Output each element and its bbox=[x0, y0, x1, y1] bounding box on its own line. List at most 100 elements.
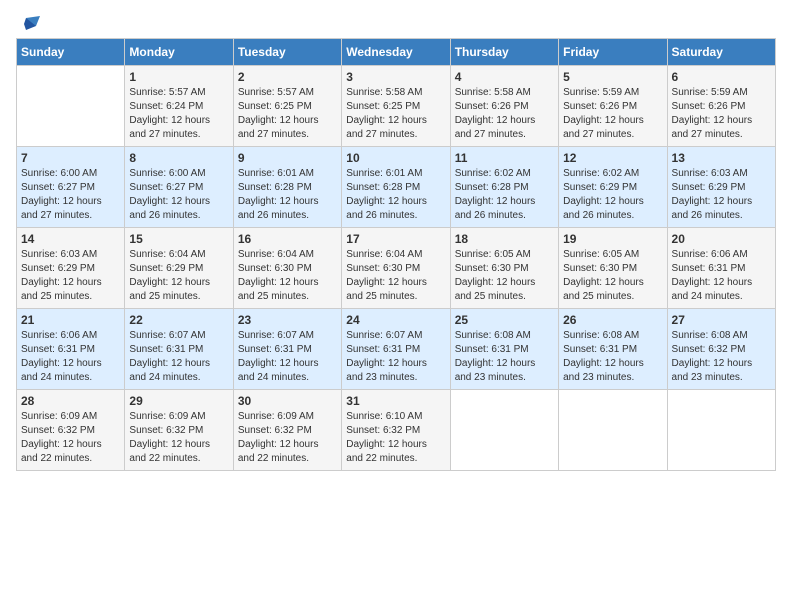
calendar-day-cell: 15 Sunrise: 6:04 AMSunset: 6:29 PMDayligh… bbox=[125, 228, 233, 309]
calendar-day-cell: 22Sunrise: 6:07 AMSunset: 6:31 PMDayligh… bbox=[125, 309, 233, 390]
day-info: Sunrise: 6:07 AMSunset: 6:31 PMDaylight:… bbox=[346, 329, 445, 385]
day-info: Sunrise: 6:06 AMSunset: 6:31 PMDaylight:… bbox=[21, 329, 120, 385]
day-number: 28 bbox=[21, 394, 120, 408]
logo bbox=[16, 16, 40, 30]
day-info: Sunrise: 6:00 AMSunset: 6:27 PMDaylight:… bbox=[21, 167, 120, 223]
calendar-day-cell: 31Sunrise: 6:10 AMSunset: 6:32 PMDayligh… bbox=[342, 390, 450, 471]
day-number: 23 bbox=[238, 313, 337, 327]
day-info: Sunrise: 5:58 AMSunset: 6:25 PMDaylight:… bbox=[346, 86, 445, 142]
day-number: 14 bbox=[21, 232, 120, 246]
weekday-header: Saturday bbox=[667, 39, 775, 66]
calendar-day-cell: 10 Sunrise: 6:01 AMSunset: 6:28 PMDayligh… bbox=[342, 147, 450, 228]
calendar-day-cell: 14 Sunrise: 6:03 AMSunset: 6:29 PMDayligh… bbox=[17, 228, 125, 309]
calendar-week-row: 1 Sunrise: 5:57 AMSunset: 6:24 PMDaylight… bbox=[17, 66, 776, 147]
day-info: Sunrise: 6:02 AMSunset: 6:29 PMDaylight:… bbox=[563, 167, 662, 223]
day-number: 20 bbox=[672, 232, 771, 246]
day-info: Sunrise: 6:04 AMSunset: 6:30 PMDaylight:… bbox=[346, 248, 445, 304]
day-number: 17 bbox=[346, 232, 445, 246]
calendar-day-cell: 3Sunrise: 5:58 AMSunset: 6:25 PMDaylight… bbox=[342, 66, 450, 147]
day-number: 16 bbox=[238, 232, 337, 246]
calendar-day-cell: 18 Sunrise: 6:05 AMSunset: 6:30 PMDayligh… bbox=[450, 228, 558, 309]
day-info: Sunrise: 6:04 AMSunset: 6:29 PMDaylight:… bbox=[129, 248, 228, 304]
calendar-day-cell: 25Sunrise: 6:08 AMSunset: 6:31 PMDayligh… bbox=[450, 309, 558, 390]
weekday-header: Thursday bbox=[450, 39, 558, 66]
calendar-day-cell: 4 Sunrise: 5:58 AMSunset: 6:26 PMDaylight… bbox=[450, 66, 558, 147]
weekday-header: Sunday bbox=[17, 39, 125, 66]
calendar-day-cell: 8 Sunrise: 6:00 AMSunset: 6:27 PMDaylight… bbox=[125, 147, 233, 228]
day-info: Sunrise: 6:03 AMSunset: 6:29 PMDaylight:… bbox=[672, 167, 771, 223]
day-info: Sunrise: 6:06 AMSunset: 6:31 PMDaylight:… bbox=[672, 248, 771, 304]
day-info: Sunrise: 5:59 AMSunset: 6:26 PMDaylight:… bbox=[672, 86, 771, 142]
day-number: 1 bbox=[129, 70, 228, 84]
day-number: 19 bbox=[563, 232, 662, 246]
day-number: 29 bbox=[129, 394, 228, 408]
calendar-day-cell bbox=[559, 390, 667, 471]
calendar-day-cell: 19 Sunrise: 6:05 AMSunset: 6:30 PMDayligh… bbox=[559, 228, 667, 309]
day-number: 8 bbox=[129, 151, 228, 165]
calendar-day-cell: 12 Sunrise: 6:02 AMSunset: 6:29 PMDayligh… bbox=[559, 147, 667, 228]
calendar-day-cell: 20 Sunrise: 6:06 AMSunset: 6:31 PMDayligh… bbox=[667, 228, 775, 309]
calendar-day-cell: 26 Sunrise: 6:08 AMSunset: 6:31 PMDayligh… bbox=[559, 309, 667, 390]
day-number: 25 bbox=[455, 313, 554, 327]
day-info: Sunrise: 6:03 AMSunset: 6:29 PMDaylight:… bbox=[21, 248, 120, 304]
day-info: Sunrise: 6:09 AMSunset: 6:32 PMDaylight:… bbox=[129, 410, 228, 466]
day-number: 30 bbox=[238, 394, 337, 408]
day-info: Sunrise: 5:58 AMSunset: 6:26 PMDaylight:… bbox=[455, 86, 554, 142]
calendar-day-cell: 1 Sunrise: 5:57 AMSunset: 6:24 PMDaylight… bbox=[125, 66, 233, 147]
calendar-day-cell: 6 Sunrise: 5:59 AMSunset: 6:26 PMDaylight… bbox=[667, 66, 775, 147]
calendar-day-cell: 30 Sunrise: 6:09 AMSunset: 6:32 PMDayligh… bbox=[233, 390, 341, 471]
day-number: 4 bbox=[455, 70, 554, 84]
day-number: 2 bbox=[238, 70, 337, 84]
calendar-day-cell: 16 Sunrise: 6:04 AMSunset: 6:30 PMDayligh… bbox=[233, 228, 341, 309]
calendar-day-cell: 24 Sunrise: 6:07 AMSunset: 6:31 PMDayligh… bbox=[342, 309, 450, 390]
calendar-table: SundayMondayTuesdayWednesdayThursdayFrid… bbox=[16, 38, 776, 471]
day-info: Sunrise: 6:01 AMSunset: 6:28 PMDaylight:… bbox=[346, 167, 445, 223]
day-number: 7 bbox=[21, 151, 120, 165]
calendar-week-row: 21 Sunrise: 6:06 AMSunset: 6:31 PMDayligh… bbox=[17, 309, 776, 390]
day-info: Sunrise: 6:08 AMSunset: 6:31 PMDaylight:… bbox=[563, 329, 662, 385]
day-number: 27 bbox=[672, 313, 771, 327]
day-info: Sunrise: 6:09 AMSunset: 6:32 PMDaylight:… bbox=[238, 410, 337, 466]
calendar-day-cell: 21 Sunrise: 6:06 AMSunset: 6:31 PMDayligh… bbox=[17, 309, 125, 390]
calendar-day-cell: 5 Sunrise: 5:59 AMSunset: 6:26 PMDaylight… bbox=[559, 66, 667, 147]
calendar-day-cell: 2 Sunrise: 5:57 AMSunset: 6:25 PMDaylight… bbox=[233, 66, 341, 147]
day-info: Sunrise: 6:00 AMSunset: 6:27 PMDaylight:… bbox=[129, 167, 228, 223]
day-info: Sunrise: 5:57 AMSunset: 6:25 PMDaylight:… bbox=[238, 86, 337, 142]
day-number: 18 bbox=[455, 232, 554, 246]
day-number: 10 bbox=[346, 151, 445, 165]
day-number: 15 bbox=[129, 232, 228, 246]
day-info: Sunrise: 6:05 AMSunset: 6:30 PMDaylight:… bbox=[455, 248, 554, 304]
day-number: 6 bbox=[672, 70, 771, 84]
day-number: 31 bbox=[346, 394, 445, 408]
day-number: 12 bbox=[563, 151, 662, 165]
day-info: Sunrise: 6:04 AMSunset: 6:30 PMDaylight:… bbox=[238, 248, 337, 304]
calendar-day-cell: 29 Sunrise: 6:09 AMSunset: 6:32 PMDayligh… bbox=[125, 390, 233, 471]
calendar-day-cell: 23Sunrise: 6:07 AMSunset: 6:31 PMDayligh… bbox=[233, 309, 341, 390]
calendar-day-cell: 9 Sunrise: 6:01 AMSunset: 6:28 PMDaylight… bbox=[233, 147, 341, 228]
day-number: 11 bbox=[455, 151, 554, 165]
calendar-day-cell bbox=[17, 66, 125, 147]
day-number: 13 bbox=[672, 151, 771, 165]
day-number: 9 bbox=[238, 151, 337, 165]
calendar-week-row: 28 Sunrise: 6:09 AMSunset: 6:32 PMDayligh… bbox=[17, 390, 776, 471]
day-number: 24 bbox=[346, 313, 445, 327]
day-info: Sunrise: 6:01 AMSunset: 6:28 PMDaylight:… bbox=[238, 167, 337, 223]
weekday-header: Friday bbox=[559, 39, 667, 66]
day-number: 22 bbox=[129, 313, 228, 327]
day-number: 21 bbox=[21, 313, 120, 327]
day-info: Sunrise: 6:02 AMSunset: 6:28 PMDaylight:… bbox=[455, 167, 554, 223]
weekday-header-row: SundayMondayTuesdayWednesdayThursdayFrid… bbox=[17, 39, 776, 66]
logo-bird-icon bbox=[18, 16, 40, 34]
day-info: Sunrise: 6:08 AMSunset: 6:32 PMDaylight:… bbox=[672, 329, 771, 385]
day-number: 5 bbox=[563, 70, 662, 84]
calendar-day-cell: 17 Sunrise: 6:04 AMSunset: 6:30 PMDayligh… bbox=[342, 228, 450, 309]
weekday-header: Monday bbox=[125, 39, 233, 66]
header bbox=[16, 16, 776, 30]
day-info: Sunrise: 5:59 AMSunset: 6:26 PMDaylight:… bbox=[563, 86, 662, 142]
day-number: 26 bbox=[563, 313, 662, 327]
day-info: Sunrise: 6:05 AMSunset: 6:30 PMDaylight:… bbox=[563, 248, 662, 304]
calendar-day-cell bbox=[450, 390, 558, 471]
day-info: Sunrise: 5:57 AMSunset: 6:24 PMDaylight:… bbox=[129, 86, 228, 142]
weekday-header: Tuesday bbox=[233, 39, 341, 66]
weekday-header: Wednesday bbox=[342, 39, 450, 66]
